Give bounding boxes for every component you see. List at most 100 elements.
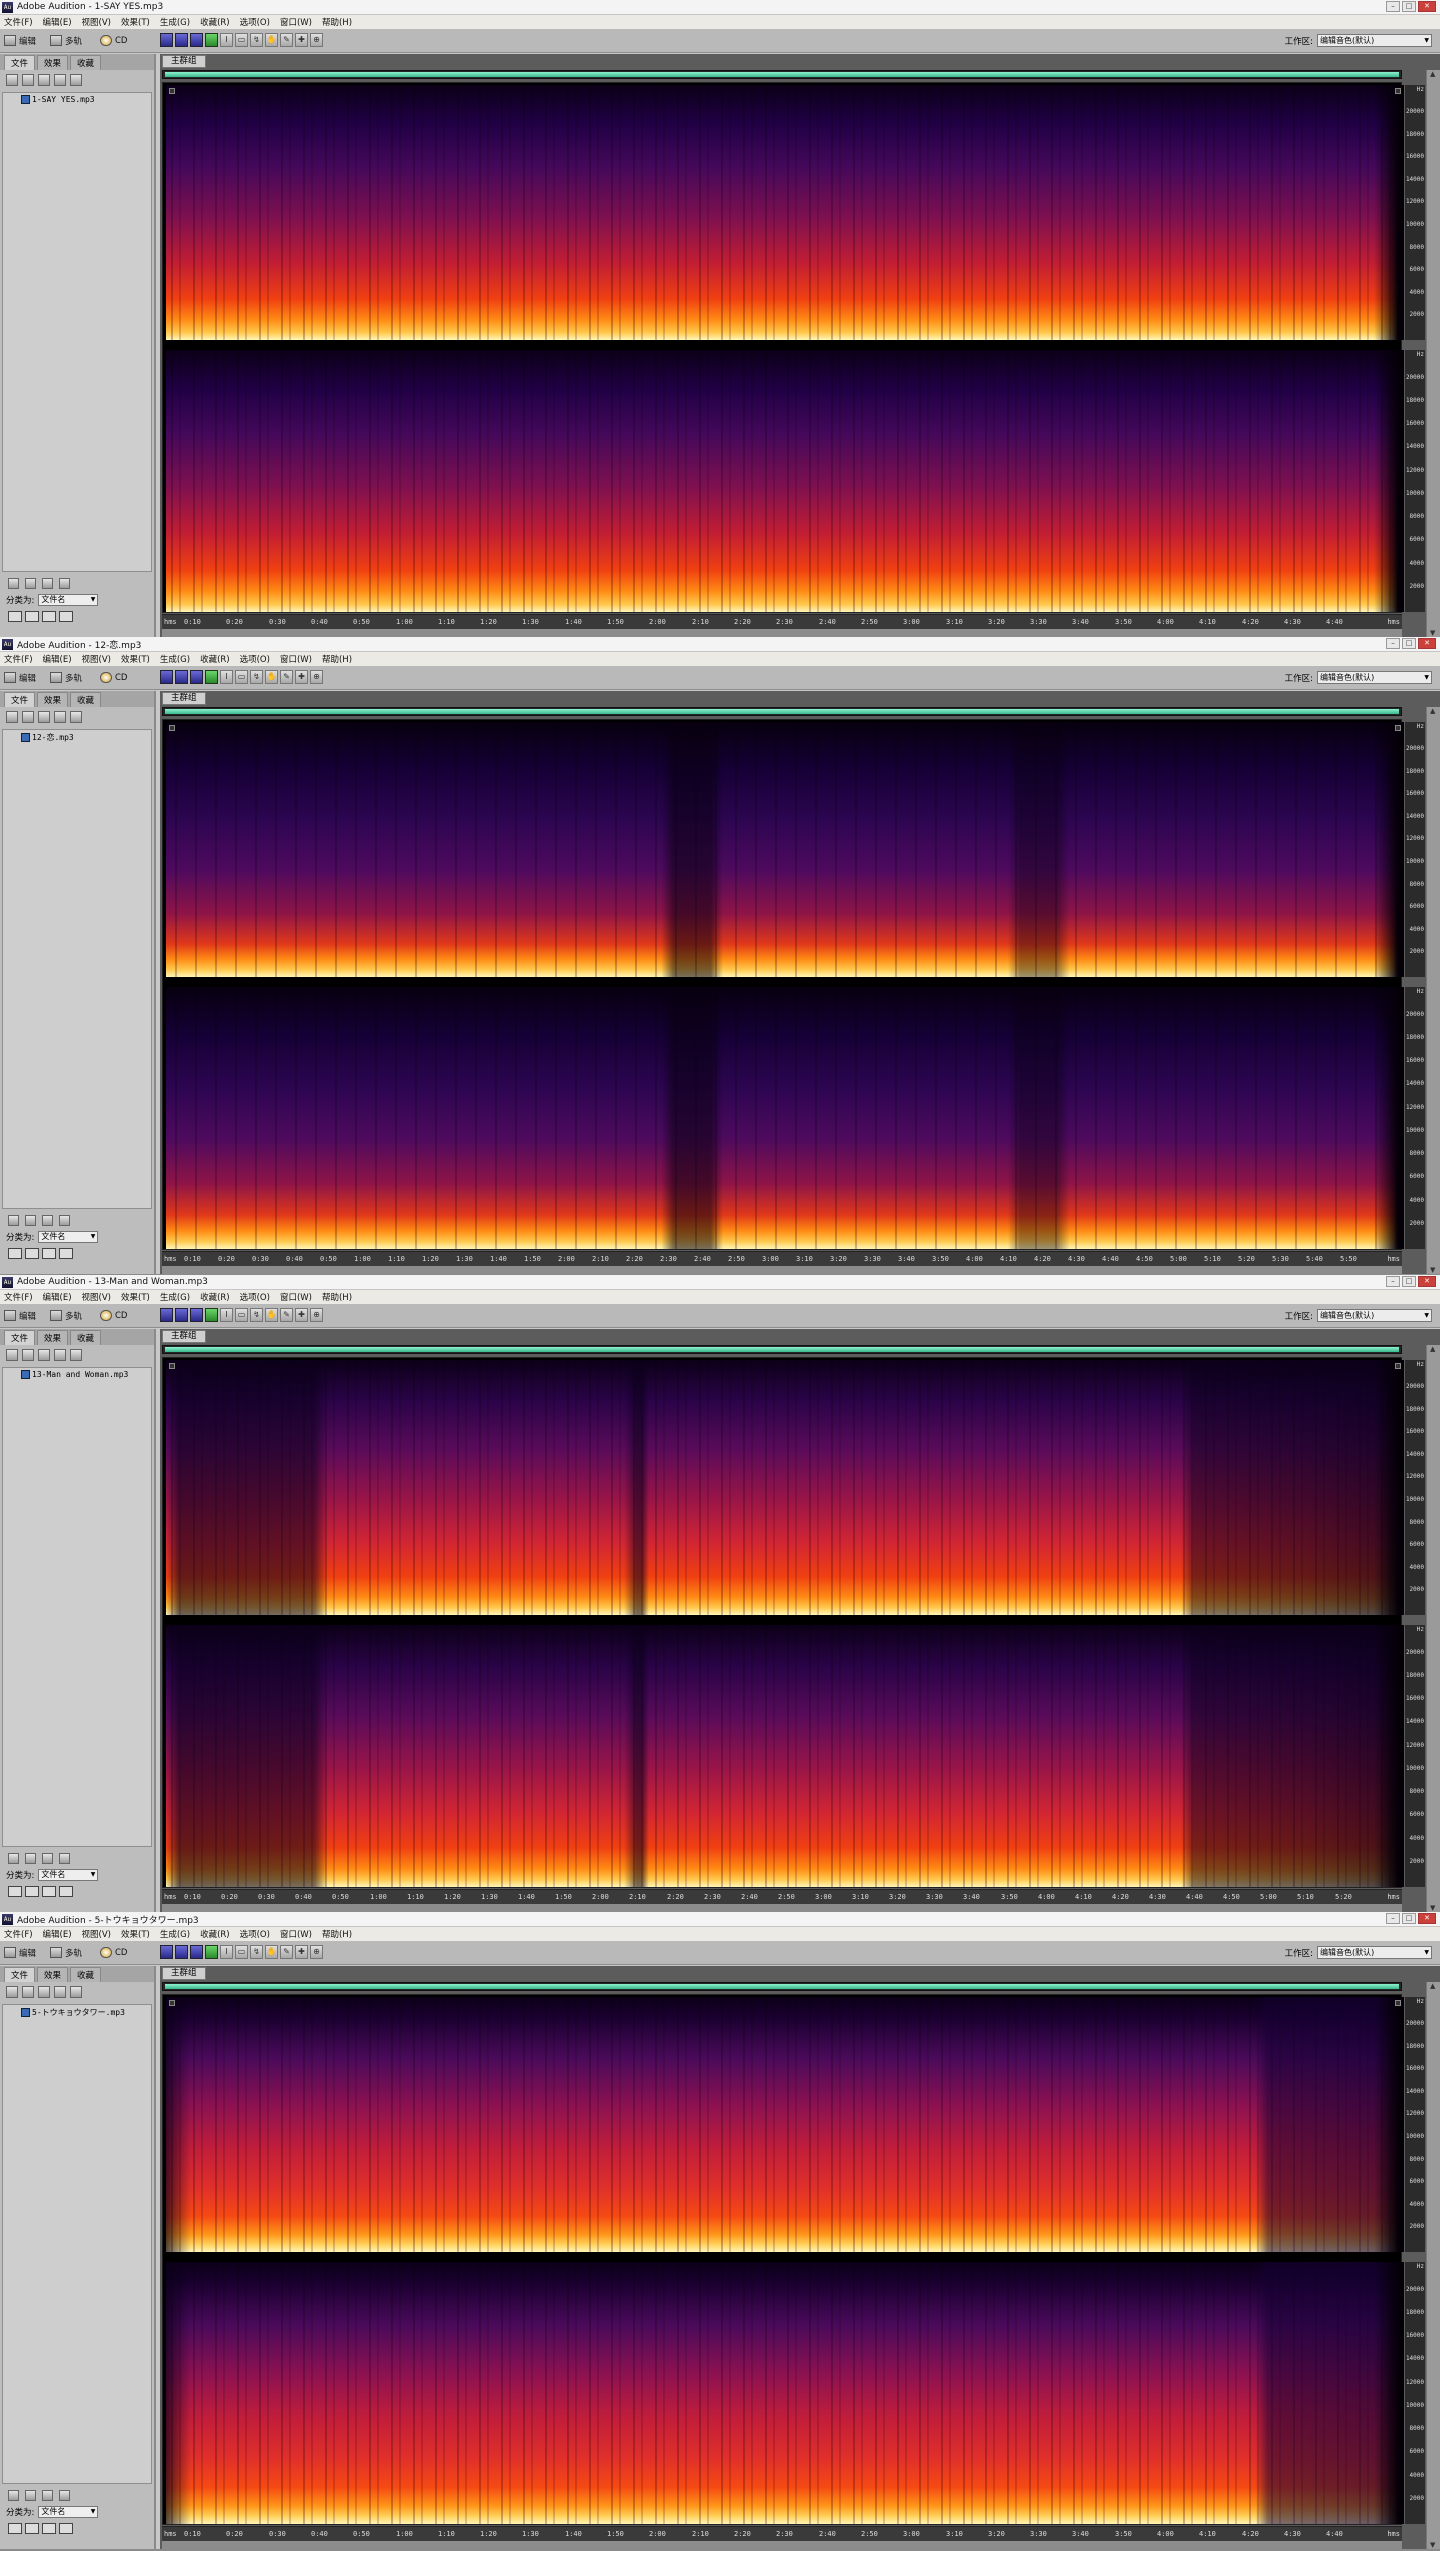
vertical-scrollbar[interactable] [1426, 1982, 1440, 2549]
show-midi-icon[interactable] [59, 1248, 73, 1259]
tab-effects[interactable]: 效果 [37, 55, 69, 70]
file-list-item[interactable]: 12-恋.mp3 [21, 732, 151, 743]
workspace-dropdown[interactable]: 编辑音色(默认) [1317, 671, 1432, 684]
marquee-tool-icon[interactable]: ▭ [235, 33, 248, 47]
healing-tool-icon[interactable]: ✚ [295, 1308, 308, 1322]
multitrack-view-button[interactable]: 多轨 [50, 1308, 82, 1323]
spectral-view-icon[interactable] [175, 33, 188, 47]
menu-window[interactable]: 窗口(W) [280, 16, 312, 28]
menu-options[interactable]: 选项(O) [240, 16, 270, 28]
menu-favorites[interactable]: 收藏(R) [200, 653, 230, 665]
loop-preview-icon[interactable] [25, 1852, 36, 1864]
close-file-icon[interactable] [22, 1349, 34, 1361]
waveform-view-icon[interactable] [160, 33, 173, 47]
insert-cd-icon[interactable] [70, 711, 82, 723]
marquee-tool-icon[interactable]: ▭ [235, 1945, 248, 1959]
maximize-button[interactable]: □ [1402, 1, 1416, 12]
title-bar[interactable]: Au Adobe Audition - 13-Man and Woman.mp3… [0, 1275, 1440, 1290]
cd-view-button[interactable]: CD [100, 1308, 127, 1323]
show-loops-icon[interactable] [25, 1886, 39, 1897]
edit-file-icon[interactable] [38, 1349, 50, 1361]
healing-tool-icon[interactable]: ✚ [295, 670, 308, 684]
spectral-phase-icon[interactable] [205, 33, 218, 47]
menu-view[interactable]: 视图(V) [82, 1291, 111, 1303]
edit-file-icon[interactable] [38, 74, 50, 86]
spectral-phase-icon[interactable] [205, 1945, 218, 1959]
show-loops-icon[interactable] [25, 611, 39, 622]
time-select-tool-icon[interactable]: I [220, 1945, 233, 1959]
brush-tool-icon[interactable]: ✎ [280, 670, 293, 684]
show-midi-icon[interactable] [59, 2523, 73, 2534]
horizontal-scrollbar[interactable] [162, 2541, 1402, 2549]
edit-view-button[interactable]: 编辑 [4, 33, 36, 48]
horizontal-scrollbar[interactable] [162, 1266, 1402, 1274]
menu-generate[interactable]: 生成(G) [160, 16, 190, 28]
edit-view-button[interactable]: 编辑 [4, 1308, 36, 1323]
tab-effects[interactable]: 效果 [37, 1967, 69, 1982]
waveform-view-icon[interactable] [160, 670, 173, 684]
insert-multitrack-icon[interactable] [54, 1986, 66, 1998]
channel-toggle-icon[interactable] [169, 2000, 175, 2006]
maximize-button[interactable]: □ [1402, 638, 1416, 649]
maximize-button[interactable]: □ [1402, 1276, 1416, 1287]
channel-toggle-icon[interactable] [1395, 88, 1401, 94]
spectrogram-display[interactable] [162, 82, 1404, 613]
workspace-dropdown[interactable]: 编辑音色(默认) [1317, 1309, 1432, 1322]
overview-range[interactable] [165, 1347, 1399, 1352]
close-button[interactable]: ✕ [1418, 638, 1436, 649]
hand-tool-icon[interactable]: ✋ [265, 1308, 278, 1322]
minimize-button[interactable]: – [1386, 1276, 1400, 1287]
group-by-dropdown[interactable]: 文件名 [38, 594, 99, 606]
channel-toggle-icon[interactable] [169, 1363, 175, 1369]
import-icon[interactable] [6, 74, 18, 86]
overview-range[interactable] [165, 72, 1399, 77]
brush-tool-icon[interactable]: ✎ [280, 1945, 293, 1959]
spectral-pan-icon[interactable] [190, 33, 203, 47]
play-preview-icon[interactable] [8, 1214, 19, 1226]
show-loops-icon[interactable] [25, 2523, 39, 2534]
overview-bar[interactable] [162, 1982, 1402, 1991]
spectrogram-left-channel[interactable] [166, 722, 1404, 977]
lasso-tool-icon[interactable]: ↯ [250, 670, 263, 684]
tab-main-group[interactable]: 主群组 [162, 692, 206, 705]
show-video-icon[interactable] [42, 1886, 56, 1897]
workspace-dropdown[interactable]: 编辑音色(默认) [1317, 1946, 1432, 1959]
maximize-button[interactable]: □ [1402, 1913, 1416, 1924]
import-icon[interactable] [6, 1986, 18, 1998]
close-file-icon[interactable] [22, 711, 34, 723]
spectrogram-display[interactable] [162, 1994, 1404, 2525]
zoom-tool-icon[interactable]: ⊕ [310, 670, 323, 684]
vertical-scrollbar[interactable] [1426, 70, 1440, 637]
cd-view-button[interactable]: CD [100, 670, 127, 685]
tab-files[interactable]: 文件 [4, 55, 36, 70]
overview-bar[interactable] [162, 1345, 1402, 1354]
zoom-tool-icon[interactable]: ⊕ [310, 1308, 323, 1322]
menu-favorites[interactable]: 收藏(R) [200, 1928, 230, 1940]
lasso-tool-icon[interactable]: ↯ [250, 1308, 263, 1322]
spectral-view-icon[interactable] [175, 670, 188, 684]
menu-favorites[interactable]: 收藏(R) [200, 1291, 230, 1303]
marquee-tool-icon[interactable]: ▭ [235, 1308, 248, 1322]
file-list-item[interactable]: 1-SAY YES.mp3 [21, 95, 151, 104]
edit-file-icon[interactable] [38, 1986, 50, 1998]
auto-play-icon[interactable] [42, 2489, 53, 2501]
close-button[interactable]: ✕ [1418, 1276, 1436, 1287]
menu-view[interactable]: 视图(V) [82, 16, 111, 28]
cd-view-button[interactable]: CD [100, 1945, 127, 1960]
title-bar[interactable]: Au Adobe Audition - 5-トウキョウタワー.mp3 – □ ✕ [0, 1912, 1440, 1927]
menu-window[interactable]: 窗口(W) [280, 1928, 312, 1940]
tab-main-group[interactable]: 主群组 [162, 55, 206, 68]
time-ruler[interactable]: hms 0:10 0:20 0:30 0:40 0:50 1:00 1:10 1:20 1:30 1… [162, 1889, 1402, 1904]
waveform-view-icon[interactable] [160, 1945, 173, 1959]
insert-cd-icon[interactable] [70, 74, 82, 86]
tab-favorites[interactable]: 收藏 [70, 55, 102, 70]
menu-help[interactable]: 帮助(H) [322, 1291, 352, 1303]
show-midi-icon[interactable] [59, 1886, 73, 1897]
show-video-icon[interactable] [42, 611, 56, 622]
tab-files[interactable]: 文件 [4, 1967, 36, 1982]
channel-toggle-icon[interactable] [1395, 1363, 1401, 1369]
overview-range[interactable] [165, 709, 1399, 714]
menu-edit[interactable]: 编辑(E) [43, 1291, 72, 1303]
spectrogram-left-channel[interactable] [166, 85, 1404, 340]
menu-edit[interactable]: 编辑(E) [43, 16, 72, 28]
